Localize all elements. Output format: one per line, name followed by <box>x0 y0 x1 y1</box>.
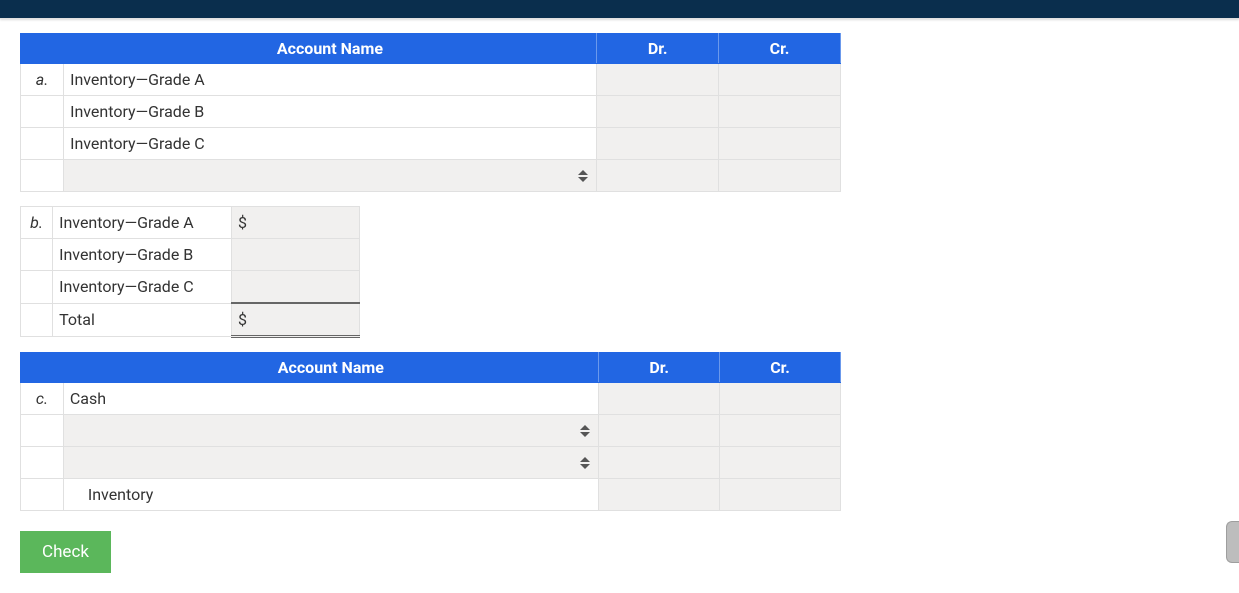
cr-cell[interactable] <box>719 96 841 128</box>
table-row: a. Inventory—Grade A <box>21 64 841 96</box>
cr-cell[interactable] <box>720 447 841 479</box>
row-label <box>21 415 64 447</box>
table-row: b. Inventory—Grade A $ <box>21 207 360 239</box>
cr-cell[interactable] <box>719 160 841 192</box>
amount-cell[interactable] <box>231 271 359 304</box>
row-label <box>21 239 53 271</box>
valuation-table-b: b. Inventory—Grade A $ Inventory—Grade B… <box>20 206 360 338</box>
amount-cell[interactable]: $ <box>231 207 359 239</box>
side-tab[interactable] <box>1226 521 1239 563</box>
cr-cell[interactable] <box>720 415 841 447</box>
chevron-sort-icon <box>580 425 590 437</box>
row-label <box>21 303 53 337</box>
page-content: Account Name Dr. Cr. a. Inventory—Grade … <box>0 19 1239 593</box>
dr-cell[interactable] <box>599 479 720 511</box>
account-cell[interactable]: Inventory—Grade B <box>64 96 597 128</box>
journal-table-a: Account Name Dr. Cr. a. Inventory—Grade … <box>20 33 841 192</box>
account-select[interactable] <box>63 415 598 447</box>
account-cell[interactable]: Cash <box>63 383 598 415</box>
dr-cell[interactable] <box>599 447 720 479</box>
header-cr: Cr. <box>720 353 841 383</box>
account-cell[interactable]: Inventory—Grade A <box>64 64 597 96</box>
row-label-a: a. <box>21 64 64 96</box>
row-label-b: b. <box>21 207 53 239</box>
account-cell: Inventory—Grade B <box>53 239 232 271</box>
row-label-c: c. <box>21 383 64 415</box>
check-button[interactable]: Check <box>20 531 111 573</box>
account-cell: Inventory—Grade A <box>53 207 232 239</box>
total-amount-cell[interactable]: $ <box>231 303 359 337</box>
header-blank <box>21 34 64 64</box>
row-label <box>21 128 64 160</box>
row-label <box>21 96 64 128</box>
header-blank <box>21 353 64 383</box>
total-label: Total <box>53 303 232 337</box>
account-cell[interactable]: Inventory—Grade C <box>64 128 597 160</box>
chevron-sort-icon <box>578 170 588 182</box>
table-row: Inventory—Grade C <box>21 271 360 304</box>
cr-cell[interactable] <box>719 128 841 160</box>
table-row: Inventory—Grade B <box>21 239 360 271</box>
account-cell: Inventory—Grade C <box>53 271 232 304</box>
table-row: Inventory—Grade C <box>21 128 841 160</box>
dr-cell[interactable] <box>599 383 720 415</box>
account-select[interactable] <box>64 160 597 192</box>
row-label <box>21 271 53 304</box>
table-row <box>21 160 841 192</box>
app-topbar <box>0 0 1239 19</box>
account-cell[interactable]: Inventory <box>63 479 598 511</box>
row-label <box>21 479 64 511</box>
dr-cell[interactable] <box>599 415 720 447</box>
cr-cell[interactable] <box>720 383 841 415</box>
table-row: c. Cash <box>21 383 841 415</box>
header-dr: Dr. <box>597 34 719 64</box>
cr-cell[interactable] <box>719 64 841 96</box>
account-select[interactable] <box>63 447 598 479</box>
header-account: Account Name <box>63 353 598 383</box>
table-row: Inventory—Grade B <box>21 96 841 128</box>
table-row <box>21 415 841 447</box>
header-account: Account Name <box>64 34 597 64</box>
dr-cell[interactable] <box>597 96 719 128</box>
dr-cell[interactable] <box>597 160 719 192</box>
table-row <box>21 447 841 479</box>
cr-cell[interactable] <box>720 479 841 511</box>
chevron-sort-icon <box>580 457 590 469</box>
journal-table-c: Account Name Dr. Cr. c. Cash <box>20 352 841 511</box>
row-label <box>21 447 64 479</box>
amount-cell[interactable] <box>231 239 359 271</box>
table-row: Total $ <box>21 303 360 337</box>
header-cr: Cr. <box>719 34 841 64</box>
row-label <box>21 160 64 192</box>
header-dr: Dr. <box>599 353 720 383</box>
dr-cell[interactable] <box>597 64 719 96</box>
table-row: Inventory <box>21 479 841 511</box>
dr-cell[interactable] <box>597 128 719 160</box>
